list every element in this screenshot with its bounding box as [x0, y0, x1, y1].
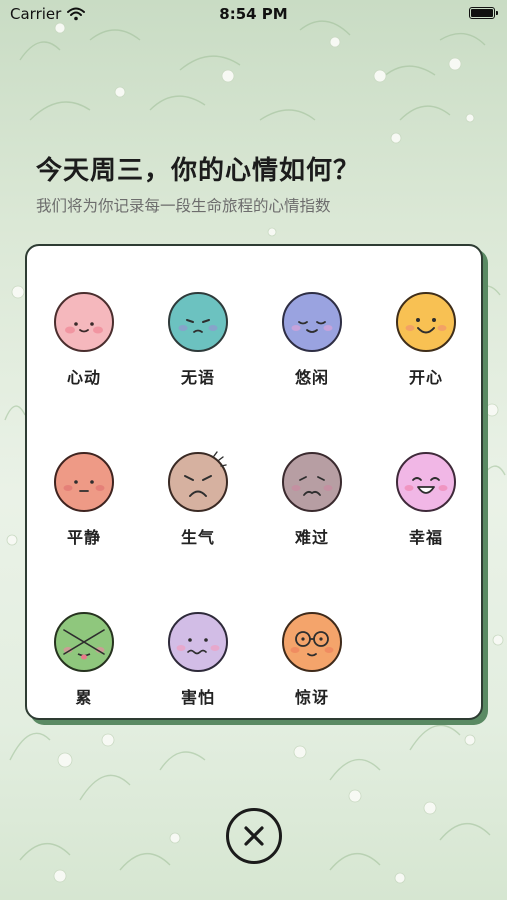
mood-option-scared[interactable]: 害怕	[148, 610, 248, 740]
speechless-face-icon	[168, 292, 228, 352]
mood-label: 悠闲	[294, 368, 329, 387]
heart-flutter-face-icon	[54, 292, 114, 352]
mood-label: 幸福	[408, 528, 443, 547]
mood-label: 生气	[180, 528, 215, 547]
mood-label: 惊讶	[294, 688, 329, 707]
close-icon	[244, 826, 264, 846]
battery-icon	[469, 7, 498, 19]
tired-face-icon	[54, 612, 114, 672]
mood-option-blissful[interactable]: 幸福	[376, 450, 476, 580]
mood-option-speechless[interactable]: 无语	[148, 290, 248, 420]
mood-label: 无语	[180, 368, 215, 387]
mood-label: 累	[75, 688, 93, 707]
page-subtitle: 我们将为你记录每一段生命旅程的心情指数	[36, 197, 331, 215]
mood-option-surprised[interactable]: 惊讶	[262, 610, 362, 740]
mood-label: 难过	[294, 528, 329, 547]
blissful-face-icon	[396, 452, 456, 512]
mood-label: 心动	[66, 368, 101, 387]
mood-card: 心动 无语 悠闲 开心 平静 生气 难过 幸福 累 害怕 惊讶	[25, 244, 483, 720]
relaxed-face-icon	[282, 292, 342, 352]
page-title: 今天周三，你的心情如何？	[36, 156, 361, 186]
angry-face-icon	[168, 451, 228, 512]
mood-option-relaxed[interactable]: 悠闲	[262, 290, 362, 420]
mood-option-calm[interactable]: 平静	[34, 450, 134, 580]
calm-face-icon	[54, 452, 114, 512]
status-bar: Carrier 8:54 PM	[0, 0, 507, 28]
mood-option-tired[interactable]: 累	[34, 610, 134, 740]
mood-label: 开心	[408, 368, 443, 387]
happy-face-icon	[396, 292, 456, 352]
mood-option-heart-flutter[interactable]: 心动	[34, 290, 134, 420]
mood-option-sad[interactable]: 难过	[262, 450, 362, 580]
surprised-face-icon	[282, 612, 342, 672]
sad-face-icon	[282, 452, 342, 512]
scared-face-icon	[168, 612, 228, 672]
status-time: 8:54 PM	[219, 5, 288, 23]
mood-label: 平静	[66, 528, 101, 547]
mood-option-angry[interactable]: 生气	[148, 450, 248, 580]
close-button[interactable]	[226, 808, 282, 864]
mood-label: 害怕	[180, 688, 215, 707]
mood-option-happy[interactable]: 开心	[376, 290, 476, 420]
